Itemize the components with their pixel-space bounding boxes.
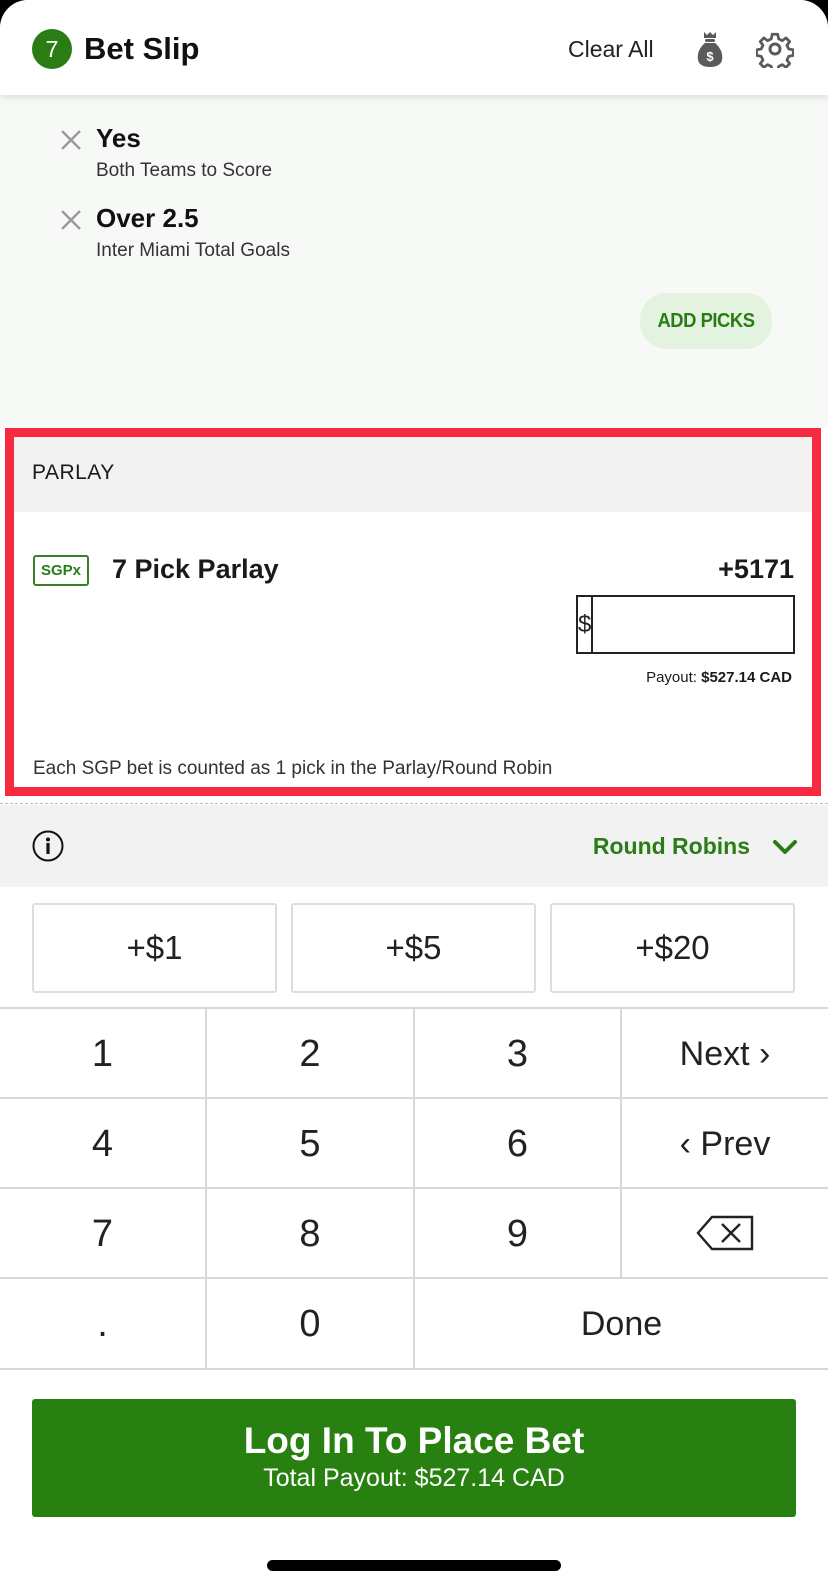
key-9[interactable]: 9 [415,1189,622,1279]
pick-selection: Yes [96,123,141,153]
backspace-key[interactable] [622,1189,828,1279]
log-in-to-place-bet-button[interactable]: Log In To Place Bet Total Payout: $527.1… [32,1399,796,1517]
gear-icon[interactable] [756,30,794,68]
bet-slip-screen: 7 Bet Slip Clear All $ Yes Both Teams to… [0,0,828,1585]
payout-label: Payout: [646,669,697,686]
remove-pick-icon[interactable] [60,209,82,231]
sgpx-badge: SGPx [33,555,89,586]
pick-market: Inter Miami Total Goals [96,240,290,261]
pick-count-badge: 7 [32,29,72,69]
money-bag-icon[interactable]: $ [696,30,724,68]
currency-symbol: $ [578,597,594,652]
backspace-icon [696,1215,754,1251]
key-7[interactable]: 7 [0,1189,207,1279]
parlay-odds: +5171 [718,554,794,584]
home-indicator[interactable] [267,1560,561,1571]
next-key[interactable]: Next › [622,1009,828,1099]
page-title: Bet Slip [84,31,200,66]
picks-list: Yes Both Teams to Score Over 2.5 Inter M… [0,95,828,428]
place-bet-label: Log In To Place Bet [243,1420,585,1461]
key-4[interactable]: 4 [0,1099,207,1189]
prev-key[interactable]: ‹ Prev [622,1099,828,1189]
key-3[interactable]: 3 [415,1009,622,1099]
quick-add-1-button[interactable]: +$1 [32,903,277,993]
info-icon[interactable] [32,830,64,862]
key-8[interactable]: 8 [207,1189,415,1279]
key-6[interactable]: 6 [415,1099,622,1189]
key-2[interactable]: 2 [207,1009,415,1099]
parlay-section-header: PARLAY [14,437,812,512]
sgp-note: Each SGP bet is counted as 1 pick in the… [33,758,553,779]
key-0[interactable]: 0 [207,1279,415,1370]
stake-input[interactable] [593,597,828,652]
quick-add-5-button[interactable]: +$5 [291,903,536,993]
key-1[interactable]: 1 [0,1009,207,1099]
pick-selection: Over 2.5 [96,203,199,233]
add-picks-button[interactable]: ADD PICKS [639,293,773,349]
parlay-section-label: PARLAY [32,461,115,484]
pick-market: Both Teams to Score [96,160,273,181]
key-5[interactable]: 5 [207,1099,415,1189]
svg-text:$: $ [706,49,714,64]
clear-all-button[interactable]: Clear All [568,33,654,65]
payout-text: Payout: $527.14 CAD [646,669,792,686]
chevron-down-icon[interactable] [772,836,798,858]
total-payout: Total Payout: $527.14 CAD [263,1464,565,1492]
key-decimal[interactable]: . [0,1279,207,1370]
divider [0,803,828,804]
payout-value: $527.14 CAD [701,669,792,686]
remove-pick-icon[interactable] [60,129,82,151]
numeric-keypad: 1 2 3 Next › 4 5 6 ‹ Prev 7 8 9 . 0 Done [0,1007,828,1370]
done-key[interactable]: Done [415,1279,828,1370]
bet-slip-header: 7 Bet Slip Clear All $ [0,0,828,95]
stake-input-group: $ [576,595,828,654]
parlay-name: 7 Pick Parlay [112,554,279,584]
round-robins-toggle[interactable]: Round Robins [593,831,750,861]
quick-add-20-button[interactable]: +$20 [550,903,795,993]
